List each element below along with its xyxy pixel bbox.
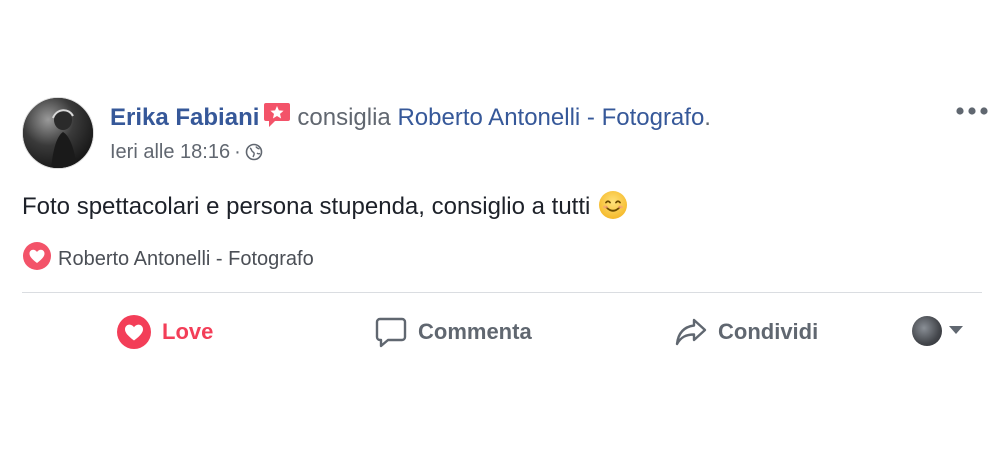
love-button[interactable]: Love <box>116 311 213 351</box>
more-options-icon <box>956 107 988 115</box>
love-icon <box>117 315 151 350</box>
globe-icon[interactable] <box>245 141 263 169</box>
comment-icon <box>375 317 407 348</box>
heart-badge-icon <box>22 241 52 280</box>
recommended-page-name: Roberto Antonelli - Fotografo <box>58 248 314 270</box>
post-body: Foto spettacolari e persona stupenda, co… <box>22 190 628 230</box>
comment-button[interactable]: Commenta <box>374 311 532 351</box>
author-name-link[interactable]: Erika Fabiani <box>110 104 259 131</box>
chevron-down-icon <box>948 322 964 340</box>
recommends-verb: consiglia <box>297 104 391 131</box>
post-header: Erika Fabiani consiglia Roberto Antonelli… <box>110 101 711 138</box>
header-period: . <box>704 104 711 131</box>
action-divider <box>22 292 982 293</box>
page-name-link[interactable]: Roberto Antonelli - Fotografo <box>397 104 704 131</box>
audience-selector[interactable] <box>912 316 964 348</box>
post-timestamp-link[interactable]: Ieri alle 18:16 <box>110 141 230 163</box>
share-icon <box>675 318 707 346</box>
recommended-page-row[interactable]: Roberto Antonelli - Fotografo <box>22 241 314 271</box>
author-avatar[interactable] <box>22 97 94 169</box>
love-label: Love <box>162 319 214 345</box>
more-options-button[interactable] <box>955 100 991 122</box>
post-meta: Ieri alle 18:16 · <box>110 138 263 169</box>
smiling-face-emoji-icon <box>598 190 628 230</box>
share-label: Condividi <box>718 319 819 345</box>
current-user-avatar <box>912 316 942 346</box>
post-text: Foto spettacolari e persona stupenda, co… <box>22 193 591 220</box>
comment-label: Commenta <box>418 319 532 345</box>
share-button[interactable]: Condividi <box>674 311 818 351</box>
post-card: Erika Fabiani consiglia Roberto Antonelli… <box>0 0 1000 450</box>
meta-separator: · <box>234 141 241 163</box>
recommendation-star-icon <box>263 101 291 138</box>
